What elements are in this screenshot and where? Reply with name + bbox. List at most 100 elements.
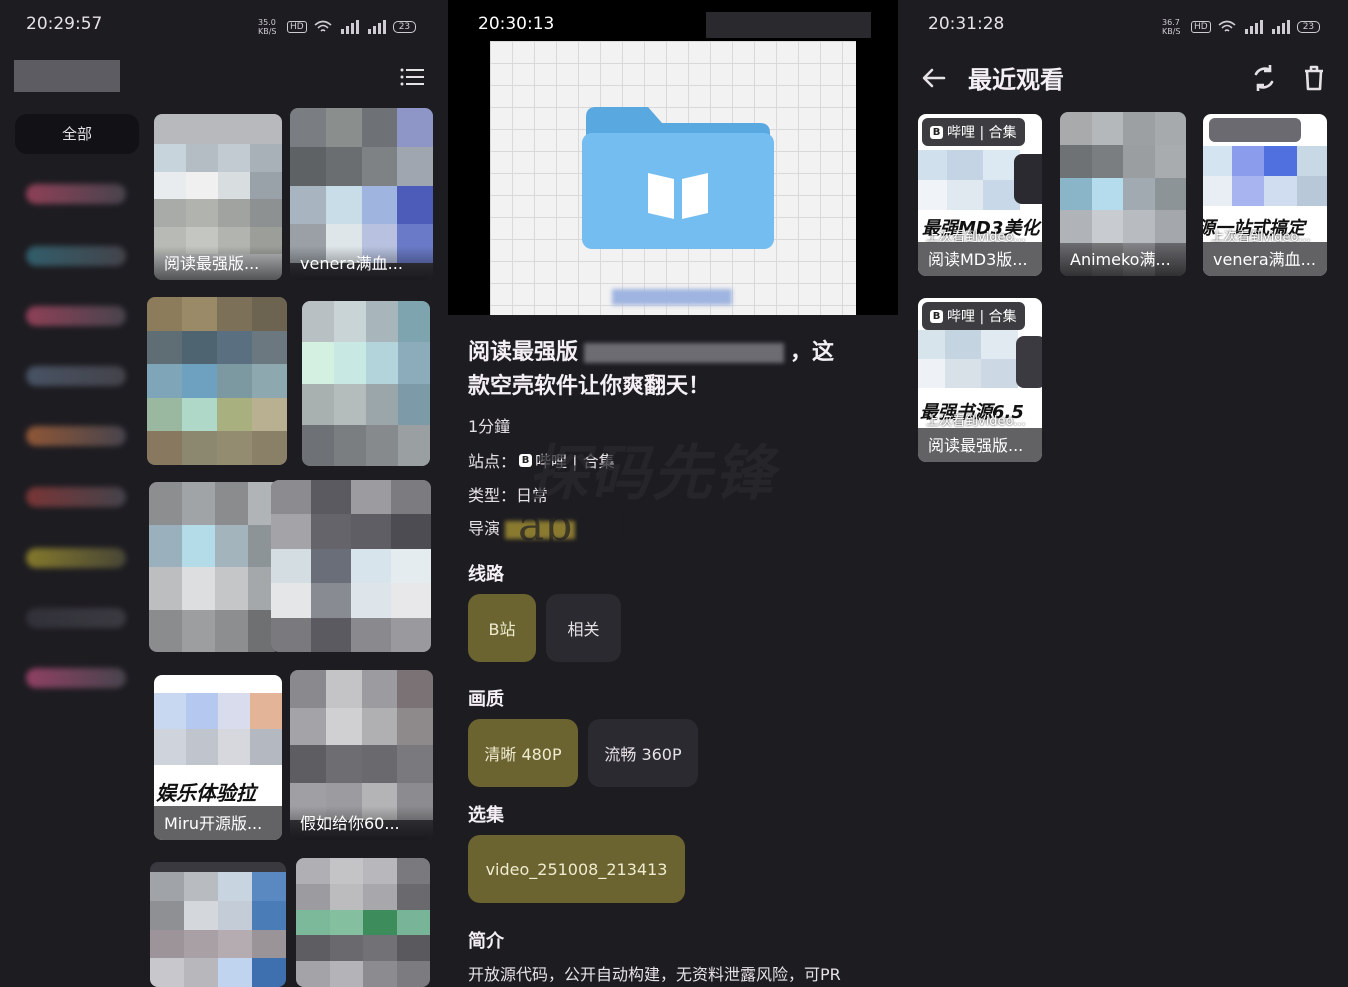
network-speed: 35.0 KB/S xyxy=(258,18,277,36)
video-title: 阅读最强版 ，这 款空壳软件让你爽翻天！ xyxy=(468,336,878,404)
source-badge: B 哔哩 | 合集 xyxy=(922,118,1025,146)
card-caption: 阅读最强版... xyxy=(154,246,282,280)
hd-icon: HD xyxy=(1191,21,1211,33)
card-caption: 阅读最强版... xyxy=(918,428,1042,462)
recent-card[interactable]: Animeko满... xyxy=(1060,112,1186,276)
hd-icon: HD xyxy=(287,21,307,33)
thumbnail xyxy=(150,872,286,987)
video-card[interactable] xyxy=(302,301,430,466)
video-frame xyxy=(490,41,856,315)
filter-all-chip[interactable]: 全部 xyxy=(15,114,139,154)
card-caption: 假如给你60... xyxy=(290,806,433,840)
battery-icon: 23 xyxy=(392,21,417,33)
page-title: 最近观看 xyxy=(968,66,1064,94)
wifi-icon xyxy=(314,20,332,32)
section-lines: 线路 xyxy=(468,564,504,585)
folder-book-icon xyxy=(582,107,774,249)
filter-chip[interactable] xyxy=(26,366,126,386)
recent-panel: 20:31:28 36.7 KB/S HD 23 最近观看 B 哔哩 | 合集 最… xyxy=(898,0,1348,987)
thumbnail xyxy=(271,480,431,652)
video-card[interactable]: venera满血... xyxy=(290,108,433,280)
filter-chip[interactable] xyxy=(26,608,126,628)
filter-chip[interactable] xyxy=(26,426,126,446)
bilibili-icon: B xyxy=(930,309,943,323)
episode-option[interactable]: video_251008_213413 xyxy=(468,835,685,903)
filter-chip[interactable] xyxy=(26,487,126,507)
refresh-icon[interactable] xyxy=(1248,62,1280,94)
quality-option-360p[interactable]: 流畅 360P xyxy=(588,719,698,787)
bilibili-icon: B xyxy=(930,125,943,139)
card-caption: Miru开源版... xyxy=(154,806,282,840)
card-caption: venera满血... xyxy=(1203,242,1327,276)
section-intro: 简介 xyxy=(468,931,504,952)
title-blurred xyxy=(584,343,785,363)
director-label: 导演 xyxy=(468,519,501,538)
duration: 1分鐘 xyxy=(468,417,511,436)
video-card[interactable] xyxy=(271,480,431,652)
watermark-url: app.laokbk.cn xyxy=(518,500,830,551)
recent-card[interactable]: B 哔哩 | 合集 最强书源6.5 上次看到video... 阅读最强版... xyxy=(918,298,1042,462)
site-label: 站点： xyxy=(468,452,517,471)
video-card[interactable] xyxy=(147,297,287,465)
video-subtitle-blurred xyxy=(612,289,732,305)
search-field-blurred[interactable] xyxy=(14,60,120,92)
thumbnail xyxy=(290,108,433,263)
list-menu-icon[interactable] xyxy=(398,64,428,90)
thumbnail xyxy=(918,330,1018,388)
recent-card[interactable]: 源一站式搞定 上次看到video... venera满血... xyxy=(1203,114,1327,276)
arrow-left-icon[interactable] xyxy=(918,62,950,94)
card-caption: venera满血... xyxy=(290,246,433,280)
line-option-related[interactable]: 相关 xyxy=(546,594,621,662)
network-speed: 36.7 KB/S xyxy=(1162,18,1181,36)
status-time: 20:29:57 xyxy=(26,14,103,34)
video-card[interactable] xyxy=(150,862,286,987)
status-time: 20:31:28 xyxy=(928,14,1005,34)
badge-text: 哔哩 | 合集 xyxy=(947,309,1017,325)
source-badge: B 哔哩 | 合集 xyxy=(922,302,1025,330)
filter-chip[interactable] xyxy=(26,184,126,204)
line-option-bilibili[interactable]: B站 xyxy=(468,594,536,662)
title-text: ，这 xyxy=(790,340,835,365)
filter-chip[interactable] xyxy=(26,306,126,326)
filter-chip[interactable] xyxy=(26,548,126,568)
video-card[interactable]: 娱乐体验拉 Miru开源版... xyxy=(154,675,282,840)
type-label: 类型： xyxy=(468,486,517,505)
thumbnail xyxy=(149,482,281,652)
filter-chip[interactable] xyxy=(26,668,126,688)
thumbnail xyxy=(918,150,1020,210)
intro-text: 开放源代码，公开自动构建，无资料泄露风险，可PR xyxy=(468,965,841,984)
thumbnail xyxy=(296,858,430,987)
thumbnail xyxy=(154,144,282,254)
title-text: 阅读最强版 xyxy=(468,340,579,365)
watermark-logo-text: 探码先锋 xyxy=(528,439,776,509)
badge-text: 哔哩 | 合集 xyxy=(947,125,1017,141)
signal-icon xyxy=(367,20,386,34)
signal-icon xyxy=(1244,20,1263,34)
filter-chip[interactable] xyxy=(26,246,126,266)
watch-progress: 上次看到video... xyxy=(926,414,1026,429)
section-quality: 画质 xyxy=(468,689,504,710)
card-overlay-text: 娱乐体验拉 xyxy=(156,781,256,805)
thumbnail xyxy=(1203,146,1327,206)
badge-blurred xyxy=(1209,118,1301,142)
video-card[interactable]: 假如给你60... xyxy=(290,670,433,840)
status-icons-blurred xyxy=(706,12,871,38)
section-episodes: 选集 xyxy=(468,805,504,826)
recent-card[interactable]: B 哔哩 | 合集 最强MD3美化 上次看到video... 阅读MD3版... xyxy=(918,114,1042,276)
signal-icon xyxy=(340,20,359,34)
card-caption: 阅读MD3版... xyxy=(918,242,1042,276)
quality-option-480p[interactable]: 清晰 480P xyxy=(468,719,578,787)
trash-icon[interactable] xyxy=(1298,62,1330,94)
video-card[interactable] xyxy=(296,858,430,987)
battery-icon: 23 xyxy=(1296,21,1321,33)
title-text: 款空壳软件让你爽翻天！ xyxy=(468,374,711,399)
video-card[interactable] xyxy=(149,482,281,652)
status-icons: 36.7 KB/S HD 23 xyxy=(1162,18,1321,36)
video-player[interactable]: 20:30:13 xyxy=(448,0,898,315)
video-card[interactable]: 阅读最强版... xyxy=(154,114,282,280)
wifi-icon xyxy=(1218,20,1236,32)
status-time: 20:30:13 xyxy=(478,14,555,34)
detail-panel: 20:30:13 阅读最强版 ，这 款空壳软件让你爽翻天！ 1分鐘 站点： B 哔… xyxy=(448,0,898,987)
thumbnail xyxy=(302,301,430,466)
status-icons: 35.0 KB/S HD 23 xyxy=(258,18,417,36)
